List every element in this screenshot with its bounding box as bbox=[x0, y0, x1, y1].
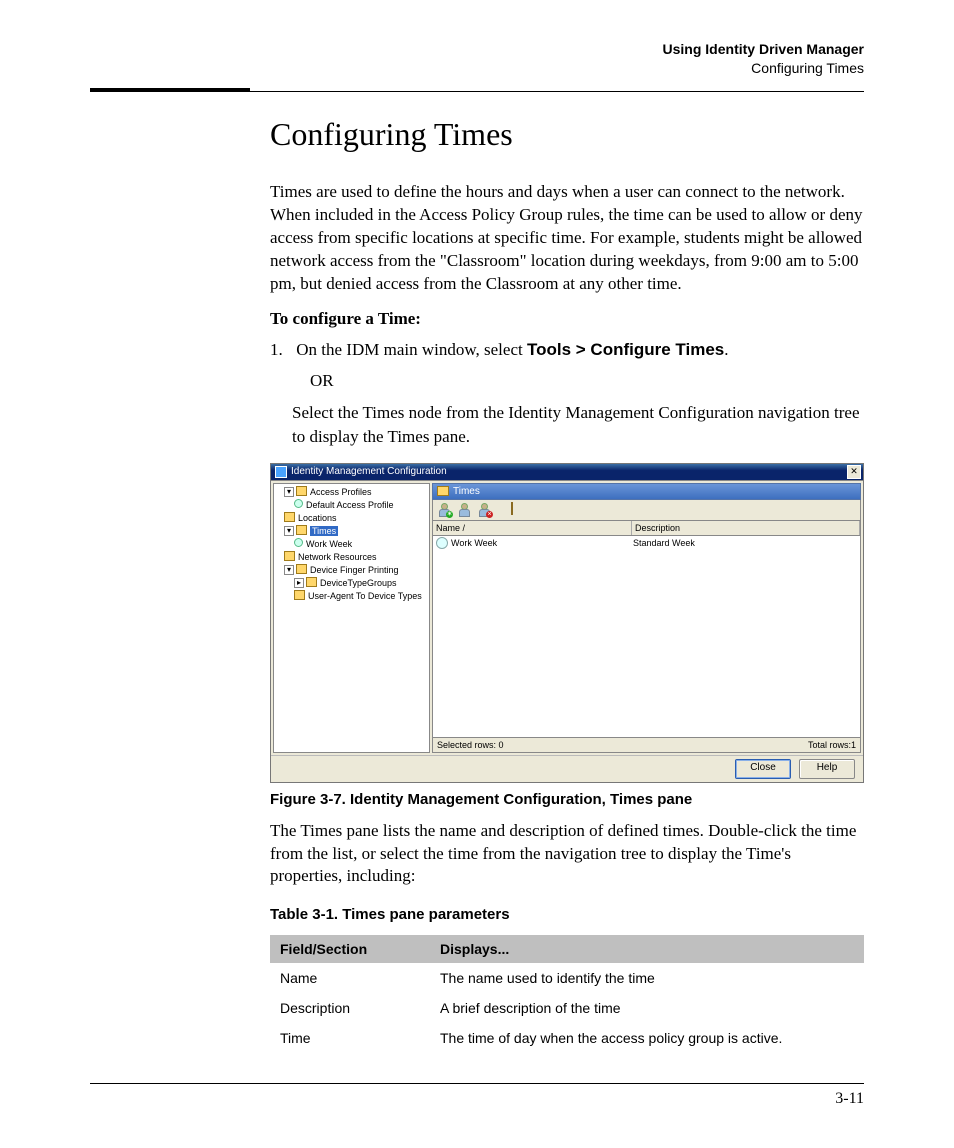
expand-icon[interactable]: ▾ bbox=[284, 565, 294, 575]
divider-long bbox=[90, 91, 864, 92]
footer-divider bbox=[90, 1083, 864, 1084]
step-text-a: On the IDM main window, select bbox=[296, 340, 527, 359]
after-figure-paragraph: The Times pane lists the name and descri… bbox=[270, 820, 864, 889]
step-1: 1. On the IDM main window, select Tools … bbox=[270, 337, 864, 363]
expand-icon[interactable]: ▾ bbox=[284, 526, 294, 536]
window-close-button[interactable]: ✕ bbox=[847, 465, 861, 479]
list-body[interactable]: Work Week Standard Week bbox=[432, 536, 861, 738]
header-line2: Configuring Times bbox=[90, 59, 864, 78]
new-user-icon[interactable]: ✶ bbox=[438, 503, 451, 516]
edit-user-icon[interactable] bbox=[458, 503, 471, 516]
th-field: Field/Section bbox=[270, 935, 430, 963]
tree-network-resources[interactable]: Network Resources bbox=[298, 552, 377, 562]
screenshot-window: Identity Management Configuration ✕ ▾ Acc… bbox=[270, 463, 864, 783]
app-icon bbox=[275, 466, 287, 478]
folder-icon bbox=[284, 552, 298, 562]
configure-lead: To configure a Time: bbox=[270, 309, 864, 329]
figure-caption: Figure 3-7. Identity Management Configur… bbox=[270, 791, 864, 808]
cell-displays: The time of day when the access policy g… bbox=[430, 1023, 864, 1053]
tree-default-access-profile[interactable]: Default Access Profile bbox=[306, 500, 394, 510]
help-button[interactable]: Help bbox=[799, 759, 855, 779]
cell-field: Time bbox=[270, 1023, 430, 1053]
expand-icon[interactable]: ▾ bbox=[284, 487, 294, 497]
tree-user-agent-device-types[interactable]: User-Agent To Device Types bbox=[308, 591, 422, 601]
expand-icon[interactable]: ▸ bbox=[294, 578, 304, 588]
intro-paragraph: Times are used to define the hours and d… bbox=[270, 181, 864, 296]
status-selected: Selected rows: 0 bbox=[437, 738, 504, 752]
row-name: Work Week bbox=[451, 536, 633, 550]
status-total: Total rows:1 bbox=[808, 738, 856, 752]
list-item[interactable]: Work Week Standard Week bbox=[433, 536, 860, 550]
list-header[interactable]: Name / Description bbox=[432, 521, 861, 536]
pane-title: Times bbox=[453, 484, 480, 499]
row-description: Standard Week bbox=[633, 536, 860, 550]
nav-tree[interactable]: ▾Access Profiles Default Access Profile … bbox=[273, 483, 430, 753]
table-row: Time The time of day when the access pol… bbox=[270, 1023, 864, 1053]
tree-access-profiles[interactable]: Access Profiles bbox=[310, 487, 372, 497]
cell-field: Description bbox=[270, 993, 430, 1023]
tree-device-finger-printing[interactable]: Device Finger Printing bbox=[310, 565, 399, 575]
param-table: Field/Section Displays... Name The name … bbox=[270, 935, 864, 1053]
folder-icon bbox=[306, 578, 320, 588]
close-button[interactable]: Close bbox=[735, 759, 791, 779]
step-number: 1. bbox=[270, 337, 292, 363]
folder-icon bbox=[296, 565, 310, 575]
window-title: Identity Management Configuration bbox=[291, 464, 447, 480]
folder-icon bbox=[296, 526, 310, 536]
profile-icon bbox=[294, 500, 306, 510]
or-label: OR bbox=[310, 371, 864, 391]
table-caption: Table 3-1. Times pane parameters bbox=[270, 906, 864, 923]
dialog-footer: Close Help bbox=[271, 755, 863, 782]
cell-displays: The name used to identify the time bbox=[430, 963, 864, 993]
tree-times-selected[interactable]: Times bbox=[310, 526, 338, 536]
pane-title-bar: Times bbox=[432, 483, 861, 500]
page-number: 3-11 bbox=[90, 1090, 864, 1108]
folder-icon bbox=[294, 591, 308, 601]
clock-icon bbox=[436, 537, 448, 549]
folder-icon bbox=[437, 486, 449, 496]
tree-locations[interactable]: Locations bbox=[298, 513, 337, 523]
folder-icon bbox=[284, 513, 298, 523]
cell-field: Name bbox=[270, 963, 430, 993]
pane-toolbar: ✶ × bbox=[432, 500, 861, 521]
step-1-alt: Select the Times node from the Identity … bbox=[292, 401, 864, 449]
tree-work-week[interactable]: Work Week bbox=[306, 539, 352, 549]
table-row: Name The name used to identify the time bbox=[270, 963, 864, 993]
cell-displays: A brief description of the time bbox=[430, 993, 864, 1023]
status-bar: Selected rows: 0 Total rows:1 bbox=[432, 738, 861, 753]
header-line1: Using Identity Driven Manager bbox=[90, 40, 864, 59]
window-titlebar[interactable]: Identity Management Configuration ✕ bbox=[271, 464, 863, 480]
running-header: Using Identity Driven Manager Configurin… bbox=[90, 40, 864, 78]
col-name[interactable]: Name / bbox=[433, 521, 632, 535]
delete-user-icon[interactable]: × bbox=[478, 503, 491, 516]
th-displays: Displays... bbox=[430, 935, 864, 963]
table-row: Description A brief description of the t… bbox=[270, 993, 864, 1023]
folder-icon bbox=[296, 487, 310, 497]
tree-device-type-groups[interactable]: DeviceTypeGroups bbox=[320, 578, 397, 588]
page-title: Configuring Times bbox=[270, 116, 864, 153]
exit-icon[interactable] bbox=[511, 503, 524, 516]
menu-path: Tools > Configure Times bbox=[527, 340, 724, 359]
step-text-c: . bbox=[724, 340, 728, 359]
col-description[interactable]: Description bbox=[632, 521, 860, 535]
clock-icon bbox=[294, 539, 306, 549]
